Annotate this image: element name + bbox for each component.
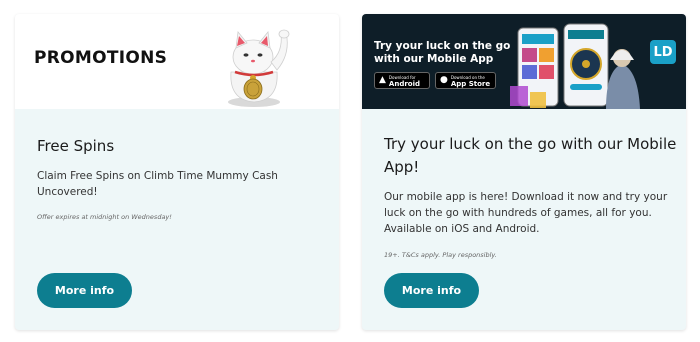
more-info-button[interactable]: More info [384,273,479,308]
promotion-card-free-spins: PROMOTIONS Free Spins Claim Free Spins o… [15,14,339,330]
card-title: Free Spins [37,137,115,155]
android-button-label: Android [388,79,421,88]
banner-heading-line-1: Try your luck on the go [374,40,511,52]
android-icon: ▲ [379,75,386,85]
promotion-card-mobile-app: Try your luck on the go with our Mobile … [362,14,686,330]
mobile-app-banner-heading: Try your luck on the go with our Mobile … [374,40,510,66]
app-store-download-button[interactable]: ● Download on the App Store [435,72,496,89]
app-store-button-label: App Store [450,79,491,88]
promotions-banner-title: PROMOTIONS [34,48,168,68]
phones-illustration [510,23,640,109]
more-info-button[interactable]: More info [37,273,132,308]
responsible-gambling-note: 19+. T&Cs apply. Play responsibly. [384,251,497,259]
promotions-banner: PROMOTIONS [15,14,339,109]
card-title: Try your luck on the go with our Mobile … [384,135,677,176]
lucky-cat-illustration [228,29,290,107]
apple-icon: ● [440,75,448,85]
android-download-button[interactable]: ▲ Download for Android [374,72,430,89]
offer-expiry-note: Offer expires at midnight on Wednesday! [37,213,172,221]
banner-heading-line-2: with our Mobile App [374,53,494,65]
card-description: Our mobile app is here! Download it now … [384,191,668,235]
card-description: Claim Free Spins on Climb Time Mummy Cas… [37,170,278,198]
mobile-app-banner: Try your luck on the go with our Mobile … [362,14,686,109]
ld-logo-badge: LD [650,40,676,64]
